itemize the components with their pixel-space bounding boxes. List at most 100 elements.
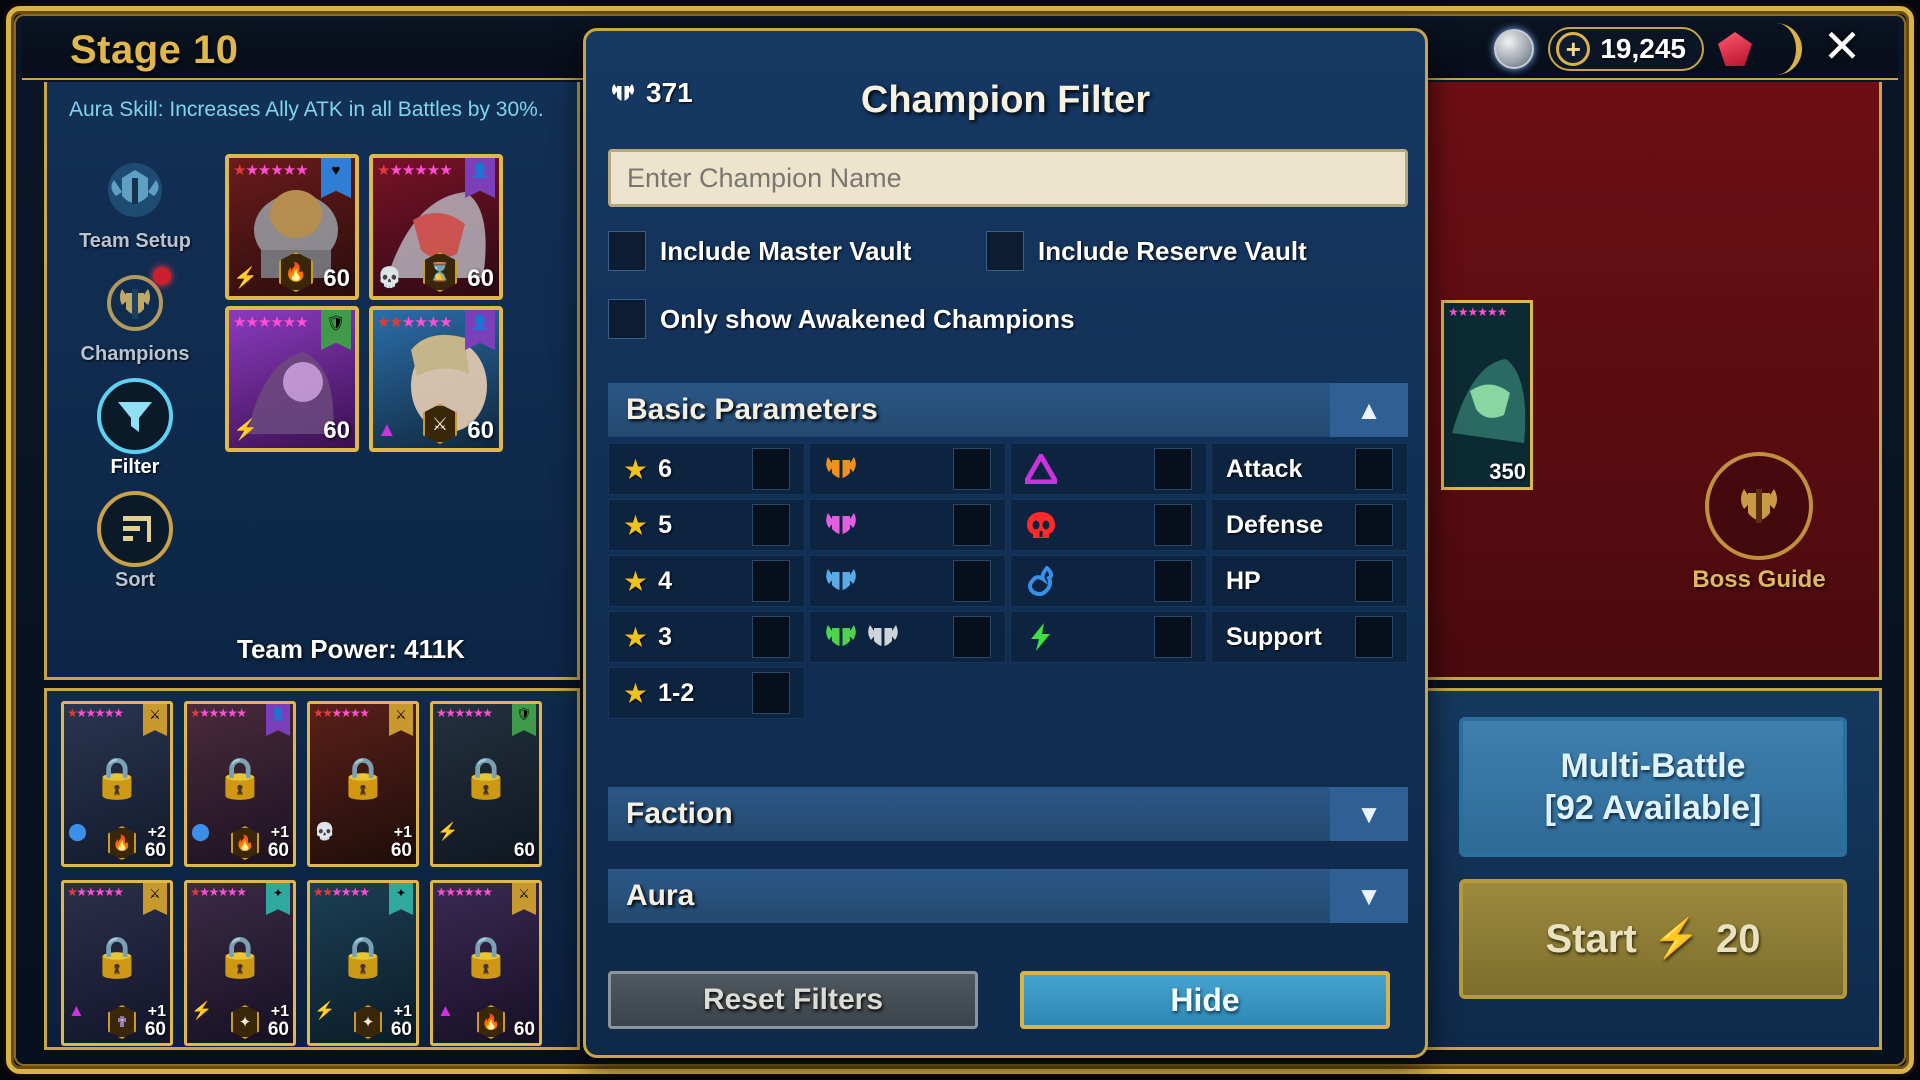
card-affinity-icon: ⬤ xyxy=(191,822,211,841)
reset-filters-button[interactable]: Reset Filters xyxy=(608,971,978,1029)
champion-roster[interactable]: ★★★★★★ ⚔ 🔒 ⬤ 🔥 +2 60 ★★★★★★ 👤 🔒 ⬤ 🔥 +1 6… xyxy=(44,688,580,1050)
close-button[interactable]: ✕ xyxy=(1816,23,1868,75)
card-level: 60 xyxy=(267,1019,289,1040)
include-reserve-vault-checkbox[interactable] xyxy=(986,231,1024,271)
rank-checkbox-legendary[interactable] xyxy=(953,448,991,490)
include-reserve-vault-row[interactable]: Include Reserve Vault xyxy=(986,231,1307,271)
rarity-checkbox-4[interactable] xyxy=(752,560,790,602)
card-affinity-icon: 💀 xyxy=(314,822,336,841)
role-checkbox-hp[interactable] xyxy=(1355,560,1393,602)
rank-row-rare[interactable] xyxy=(809,555,1006,607)
search-input[interactable] xyxy=(608,149,1408,207)
rarity-checkbox-3[interactable] xyxy=(752,616,790,658)
team-card[interactable]: ★★★★★★ 👤 💀 ⌛ 60 xyxy=(369,154,503,300)
section-faction[interactable]: Faction ▼ xyxy=(608,787,1408,841)
role-checkbox-support[interactable] xyxy=(1355,616,1393,658)
section-title-basic: Basic Parameters xyxy=(626,393,878,426)
affinity-checkbox-force[interactable] xyxy=(1154,560,1192,602)
lock-icon: 🔒 xyxy=(338,756,388,801)
chevron-down-icon[interactable]: ▼ xyxy=(1330,869,1408,923)
gem-icon xyxy=(1718,32,1752,66)
rarity-checkbox-5[interactable] xyxy=(752,504,790,546)
start-cost: 20 xyxy=(1715,916,1761,961)
rank-checkbox-rare[interactable] xyxy=(953,560,991,602)
role-checkbox-defense[interactable] xyxy=(1355,504,1393,546)
rank-row-uncommon-common[interactable] xyxy=(809,611,1006,663)
rarity-row-1-2[interactable]: ★ 1-2 xyxy=(608,667,805,719)
role-row-support[interactable]: Support xyxy=(1211,611,1408,663)
card-role-flag: ⚔ xyxy=(143,883,167,915)
force-flame-icon xyxy=(1028,566,1054,596)
multi-battle-button[interactable]: Multi-Battle [92 Available] xyxy=(1459,717,1847,857)
list-item[interactable]: ★★★★★★ ⚔ 🔒 ▲ 🔥 60 xyxy=(430,880,542,1046)
role-label-defense: Defense xyxy=(1226,510,1324,539)
section-basic-parameters[interactable]: Basic Parameters ▲ xyxy=(608,383,1408,437)
card-gear-icon: 🔥 xyxy=(108,826,136,860)
rarity-row-6[interactable]: ★ 6 xyxy=(608,443,805,495)
list-item[interactable]: ★★★★★★ ✦ 🔒 ⚡ ✦ +1 60 xyxy=(307,880,419,1046)
start-button[interactable]: Start ⚡ 20 xyxy=(1459,879,1847,999)
rank-row-legendary[interactable] xyxy=(809,443,1006,495)
card-stars: ★★★★★★ xyxy=(436,706,493,720)
role-row-defense[interactable]: Defense xyxy=(1211,499,1408,551)
team-card[interactable]: ★★★★★★ ♥ ⚡ 🔥 60 xyxy=(225,154,359,300)
list-item[interactable]: ★★★★★★ ⚔ 🔒 ⬤ 🔥 +2 60 xyxy=(61,701,173,867)
list-item[interactable]: ★★★★★★ 👤 🔒 ⬤ 🔥 +1 60 xyxy=(184,701,296,867)
chevron-down-icon[interactable]: ▼ xyxy=(1330,787,1408,841)
only-awakened-checkbox[interactable] xyxy=(608,299,646,339)
affinity-checkbox-void[interactable] xyxy=(1154,616,1192,658)
role-checkbox-attack[interactable] xyxy=(1355,448,1393,490)
team-card[interactable]: ★★★★★★ 🛡 ⚡ 60 xyxy=(225,306,359,452)
boss-guide-button[interactable]: Boss Guide xyxy=(1679,452,1839,594)
lock-icon: 🔒 xyxy=(461,935,511,980)
list-item[interactable]: ★★★★★★ 🛡 🔒 ⚡ 60 xyxy=(430,701,542,867)
affinity-checkbox-magic[interactable] xyxy=(1154,448,1192,490)
rarity-row-5[interactable]: ★ 5 xyxy=(608,499,805,551)
list-item[interactable]: ★★★★★★ ⚔ 🔒 💀 +1 60 xyxy=(307,701,419,867)
list-item[interactable]: ★★★★★★ ⚔ 🔒 ▲ ✟ +1 60 xyxy=(61,880,173,1046)
rank-row-epic[interactable] xyxy=(809,499,1006,551)
card-affinity-icon: ⚡ xyxy=(314,1001,336,1020)
rarity-row-4[interactable]: ★ 4 xyxy=(608,555,805,607)
boss-card[interactable]: ★★★★★★ 350 xyxy=(1441,300,1533,490)
card-stars: ★★★★★★ xyxy=(190,885,247,899)
include-master-vault-row[interactable]: Include Master Vault xyxy=(608,231,911,271)
include-master-vault-label: Include Master Vault xyxy=(660,235,912,266)
include-master-vault-checkbox[interactable] xyxy=(608,231,646,271)
role-row-hp[interactable]: HP xyxy=(1211,555,1408,607)
rank-checkbox-uncommon-common[interactable] xyxy=(953,616,991,658)
add-currency-button[interactable]: + xyxy=(1556,32,1591,66)
rarity-checkbox-6[interactable] xyxy=(752,448,790,490)
affinity-row-force[interactable] xyxy=(1010,555,1207,607)
card-gear-icon: ✟ xyxy=(108,1005,136,1039)
card-affinity-icon: ⚡ xyxy=(437,822,459,841)
sidebar-label-filter: Filter xyxy=(110,456,160,478)
rarity-row-3[interactable]: ★ 3 xyxy=(608,611,805,663)
section-aura[interactable]: Aura ▼ xyxy=(608,869,1408,923)
sidebar-item-champions[interactable]: Champions xyxy=(55,265,215,366)
card-level: 60 xyxy=(513,840,535,861)
card-level: 60 xyxy=(323,265,350,292)
sidebar-item-filter[interactable]: Filter xyxy=(55,378,215,479)
rank-checkbox-epic[interactable] xyxy=(953,504,991,546)
only-awakened-row[interactable]: Only show Awakened Champions xyxy=(608,299,1075,339)
list-item[interactable]: ★★★★★★ ✦ 🔒 ⚡ ✦ +1 60 xyxy=(184,880,296,1046)
card-role-flag: ✦ xyxy=(266,883,290,915)
hide-button[interactable]: Hide xyxy=(1020,971,1390,1029)
dialog-header: 371 Champion Filter xyxy=(586,31,1425,121)
affinity-row-spirit[interactable] xyxy=(1010,499,1207,551)
basic-parameters-grid: ★ 6 Attack ★ 5 Defense ★ 4 HP ★ 3 Suppor… xyxy=(608,443,1408,719)
dialog-actions: Reset Filters Hide xyxy=(608,971,1408,1029)
boss-level: 350 xyxy=(1489,459,1526,484)
affinity-checkbox-spirit[interactable] xyxy=(1154,504,1192,546)
role-row-attack[interactable]: Attack xyxy=(1211,443,1408,495)
sidebar-item-sort[interactable]: Sort xyxy=(55,491,215,592)
sidebar-item-team-setup[interactable]: Team Setup xyxy=(55,152,215,253)
affinity-row-void[interactable] xyxy=(1010,611,1207,663)
energy-currency-pill[interactable]: + 19,245 xyxy=(1548,27,1704,71)
chevron-up-icon[interactable]: ▲ xyxy=(1330,383,1408,437)
team-card[interactable]: ★★★★★★ 👤 ▲ ⚔ 60 xyxy=(369,306,503,452)
rarity-label-6: 6 xyxy=(658,454,673,483)
rarity-checkbox-1-2[interactable] xyxy=(752,672,790,714)
affinity-row-magic[interactable] xyxy=(1010,443,1207,495)
